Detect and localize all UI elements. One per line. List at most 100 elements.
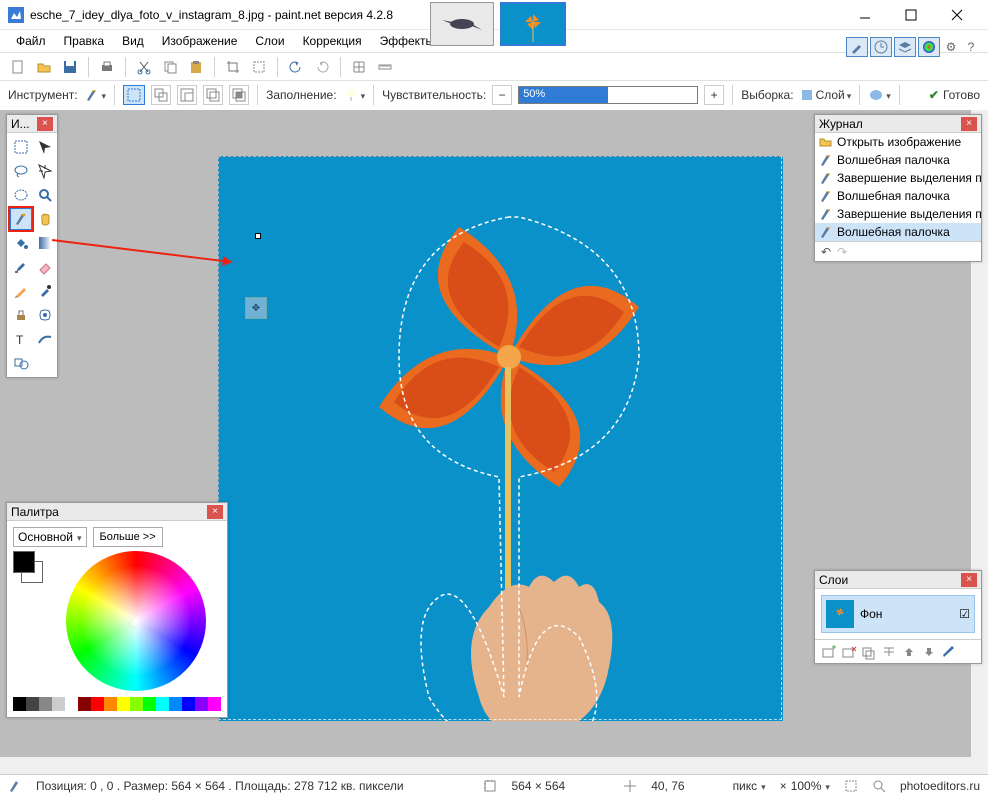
tool-zoom[interactable] [34, 184, 56, 206]
color-wheel[interactable] [66, 551, 206, 691]
palette-strip[interactable] [13, 697, 221, 711]
menu-layers[interactable]: Слои [247, 32, 292, 50]
aux-tools-button[interactable] [846, 37, 868, 57]
history-item[interactable]: Волшебная палочка [815, 151, 981, 169]
close-button[interactable] [934, 0, 980, 30]
move-handle-icon[interactable]: ✥ [245, 297, 267, 319]
grid-button[interactable] [349, 57, 369, 77]
selmode-sub-button[interactable] [177, 85, 197, 105]
selection-handle[interactable] [255, 233, 261, 239]
status-zoom-icon[interactable] [872, 779, 886, 793]
layer-dup-button[interactable] [861, 644, 877, 660]
menu-view[interactable]: Вид [114, 32, 152, 50]
menu-image[interactable]: Изображение [154, 32, 246, 50]
tolerance-slider[interactable]: 50% [518, 86, 698, 104]
history-item[interactable]: Волшебная палочка [815, 223, 981, 241]
redo-button[interactable] [312, 57, 332, 77]
aux-colors-button[interactable] [918, 37, 940, 57]
layer-delete-button[interactable] [841, 644, 857, 660]
tool-gradient[interactable] [34, 232, 56, 254]
help-icon[interactable]: ? [962, 38, 980, 56]
primary-color-swatch[interactable] [13, 551, 35, 573]
paste-button[interactable] [186, 57, 206, 77]
selmode-xor-button[interactable] [229, 85, 249, 105]
history-undo-button[interactable]: ↶ [821, 245, 831, 259]
print-button[interactable] [97, 57, 117, 77]
palette-primary-dropdown[interactable]: Основной [13, 527, 87, 547]
status-fit-icon[interactable] [844, 779, 858, 793]
history-item[interactable]: Волшебная палочка [815, 187, 981, 205]
layer-visible-checkbox[interactable]: ☑ [959, 607, 970, 621]
ruler-button[interactable] [375, 57, 395, 77]
tool-color-picker[interactable] [34, 280, 56, 302]
palette-more-button[interactable]: Больше >> [93, 527, 163, 547]
menu-adjust[interactable]: Коррекция [295, 32, 370, 50]
tool-pan[interactable] [34, 208, 56, 230]
layer-props-button[interactable] [941, 644, 957, 660]
history-item[interactable]: Завершение выделения палочкой [815, 169, 981, 187]
save-button[interactable] [60, 57, 80, 77]
open-file-button[interactable] [34, 57, 54, 77]
copy-button[interactable] [160, 57, 180, 77]
fill-dropdown[interactable] [343, 87, 366, 103]
tool-ellipse-select[interactable] [10, 184, 32, 206]
tool-lasso[interactable] [10, 160, 32, 182]
tool-move-selection[interactable] [34, 136, 56, 158]
check-icon: ✔ [929, 88, 939, 102]
tol-plus-button[interactable]: + [704, 85, 724, 105]
tools-close-button[interactable]: × [37, 117, 53, 131]
tool-magic-wand[interactable] [10, 208, 32, 230]
layer-add-button[interactable] [821, 644, 837, 660]
minimize-button[interactable] [842, 0, 888, 30]
fill-label: Заполнение: [266, 88, 336, 102]
aux-history-button[interactable] [870, 37, 892, 57]
tool-line[interactable] [34, 328, 56, 350]
antialias-dropdown[interactable] [868, 88, 891, 102]
tool-paintbrush[interactable] [10, 256, 32, 278]
aux-layers-button[interactable] [894, 37, 916, 57]
tool-rect-select[interactable] [10, 136, 32, 158]
horizontal-scrollbar[interactable] [0, 757, 971, 774]
tool-clone-stamp[interactable] [10, 304, 32, 326]
doc-thumb-2[interactable] [500, 2, 566, 46]
selmode-add-button[interactable] [151, 85, 171, 105]
tool-text[interactable]: T [10, 328, 32, 350]
selmode-intersect-button[interactable] [203, 85, 223, 105]
history-item[interactable]: Открыть изображение [815, 133, 981, 151]
tol-minus-button[interactable]: − [492, 85, 512, 105]
tool-eraser[interactable] [34, 256, 56, 278]
separator [257, 85, 258, 105]
menu-edit[interactable]: Правка [56, 32, 113, 50]
undo-button[interactable] [286, 57, 306, 77]
layers-close-button[interactable]: × [961, 573, 977, 587]
status-unit-dropdown[interactable]: пикс [733, 779, 766, 793]
cut-button[interactable] [134, 57, 154, 77]
history-redo-button[interactable]: ↷ [837, 245, 847, 259]
tool-move-pixels[interactable] [34, 160, 56, 182]
layer-merge-button[interactable] [881, 644, 897, 660]
menu-file[interactable]: Файл [8, 32, 54, 50]
layer-down-button[interactable] [921, 644, 937, 660]
new-file-button[interactable] [8, 57, 28, 77]
tool-paint-bucket[interactable] [10, 232, 32, 254]
settings-icon[interactable]: ⚙ [942, 38, 960, 56]
layer-up-button[interactable] [901, 644, 917, 660]
palette-close-button[interactable]: × [207, 505, 223, 519]
layer-row[interactable]: Фон ☑ [821, 595, 975, 633]
history-item[interactable]: Завершение выделения палочкой [815, 205, 981, 223]
annotation-arrow [52, 239, 231, 263]
history-close-button[interactable]: × [961, 117, 977, 131]
canvas[interactable]: ✥ [218, 156, 782, 720]
crop-button[interactable] [223, 57, 243, 77]
tool-shapes[interactable] [10, 352, 32, 374]
tool-recolor[interactable] [34, 304, 56, 326]
doc-thumb-1[interactable] [430, 2, 494, 46]
tool-label: Инструмент: [8, 88, 78, 102]
status-zoom-dropdown[interactable]: × 100% [780, 779, 830, 793]
tool-pencil[interactable] [10, 280, 32, 302]
tool-dropdown[interactable] [84, 87, 107, 103]
sample-dropdown[interactable]: Слой [800, 88, 852, 102]
maximize-button[interactable] [888, 0, 934, 30]
selmode-replace-button[interactable] [123, 85, 145, 105]
deselect-button[interactable] [249, 57, 269, 77]
